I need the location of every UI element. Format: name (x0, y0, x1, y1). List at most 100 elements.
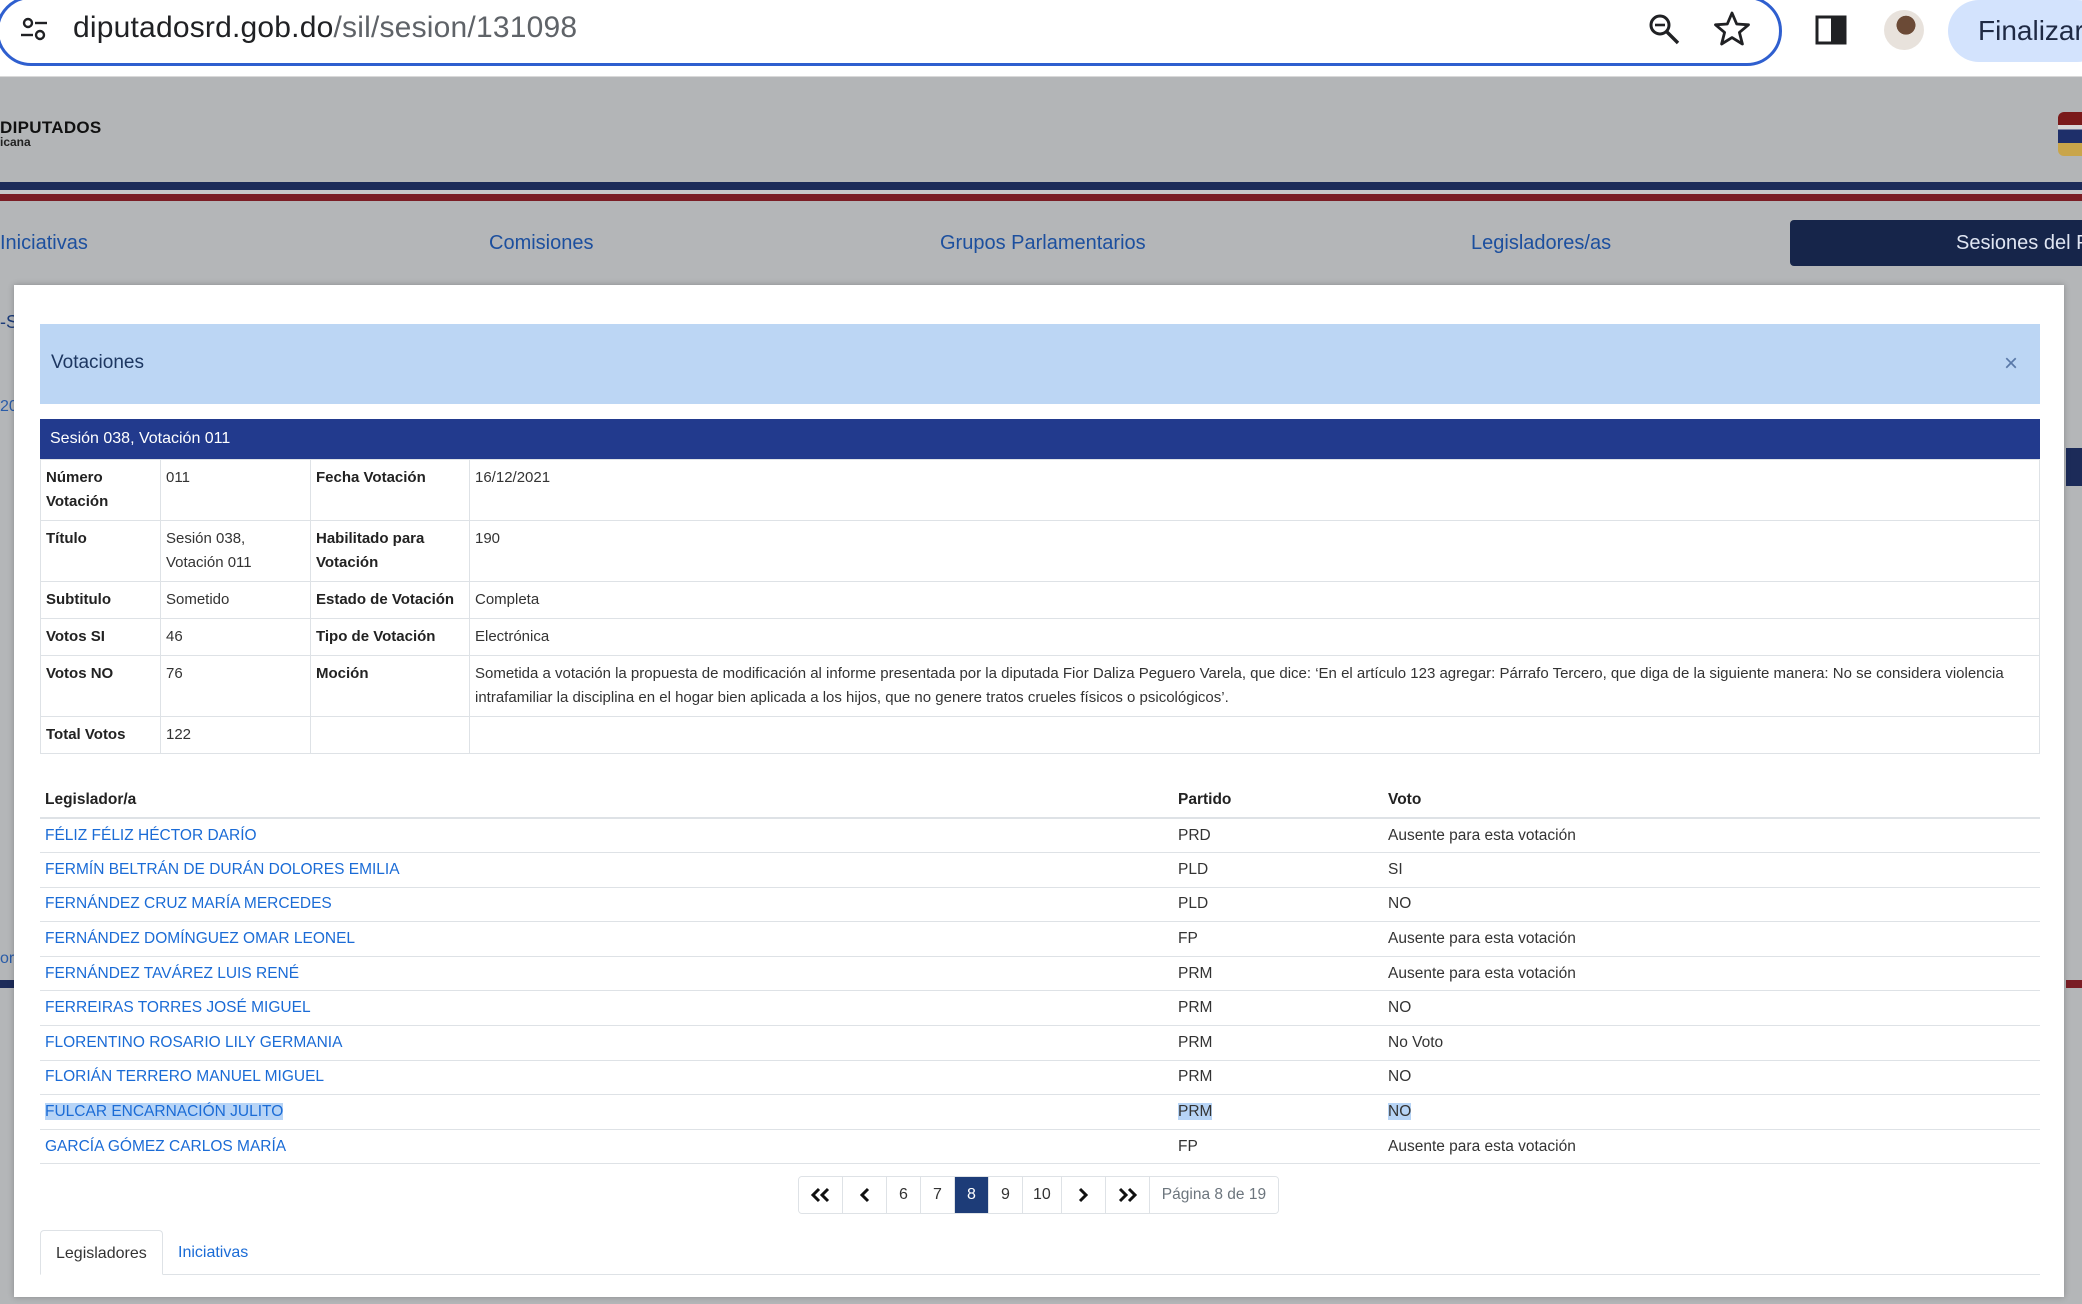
info-value: Electrónica (469, 618, 2040, 656)
info-label: Número Votación (40, 459, 161, 521)
info-label: Tipo de Votación (310, 618, 470, 656)
voto-cell: Ausente para esta votación (1383, 818, 2040, 854)
table-row: FERMÍN BELTRÁN DE DURÁN DOLORES EMILIA P… (40, 852, 2040, 888)
chevron-right-icon (1079, 1187, 1089, 1203)
page-button[interactable]: 9 (989, 1177, 1023, 1213)
page-button[interactable]: 7 (921, 1177, 955, 1213)
info-row: Subtitulo Sometido Estado de Votación Co… (40, 581, 2040, 619)
tab-iniciativas[interactable]: Iniciativas (163, 1230, 263, 1275)
info-value: 011 (160, 459, 311, 521)
info-label: Subtitulo (40, 581, 161, 619)
double-chevron-left-icon (810, 1187, 829, 1203)
tab-legisladores[interactable]: Legisladores (40, 1230, 163, 1275)
bookmark-star-icon[interactable] (1713, 10, 1751, 48)
modal-title: Votaciones (51, 352, 144, 373)
voto-cell: Ausente para esta votación (1383, 956, 2040, 992)
column-header-legislador: Legislador/a (40, 782, 1173, 819)
profile-avatar[interactable] (1884, 10, 1924, 50)
address-bar[interactable]: diputadosrd.gob.do/sil/sesion/131098 (0, 0, 1782, 66)
legislator-link[interactable]: GARCÍA GÓMEZ CARLOS MARÍA (45, 1138, 286, 1155)
page-info: Página 8 de 19 (1149, 1177, 1279, 1213)
info-label: Fecha Votación (310, 459, 470, 521)
zoom-icon[interactable] (1647, 12, 1681, 46)
table-row: FERNÁNDEZ DOMÍNGUEZ OMAR LEONEL FP Ausen… (40, 921, 2040, 957)
voto-cell: NO (1388, 1103, 1412, 1121)
site-logo-subtext: icana (0, 135, 31, 149)
partido-cell: PRM (1173, 1060, 1383, 1096)
info-value: Sometida a votación la propuesta de modi… (469, 655, 2040, 717)
table-row-selected: FULCAR ENCARNACIÓN JULITO PRM NO (40, 1094, 2040, 1130)
legislator-link[interactable]: FERNÁNDEZ DOMÍNGUEZ OMAR LEONEL (45, 930, 355, 947)
pagination: 6 7 8 9 10 Página 8 de 19 (798, 1176, 1280, 1214)
nav-comisiones[interactable]: Comisiones (489, 232, 593, 255)
header-stripe-navy (0, 182, 2082, 190)
next-page-button[interactable] (1061, 1177, 1106, 1213)
legislator-link[interactable]: FERMÍN BELTRÁN DE DURÁN DOLORES EMILIA (45, 861, 400, 878)
side-panel-icon[interactable] (1814, 13, 1848, 47)
session-title-bar: Sesión 038, Votación 011 (40, 419, 2040, 459)
first-page-button[interactable] (799, 1177, 843, 1213)
info-row: Votos SI 46 Tipo de Votación Electrónica (40, 618, 2040, 656)
info-row: Número Votación 011 Fecha Votación 16/12… (40, 459, 2040, 521)
background-text-fragment: or (0, 950, 15, 967)
legislator-link[interactable]: FLORIÁN TERRERO MANUEL MIGUEL (45, 1068, 324, 1085)
url-text[interactable]: diputadosrd.gob.do/sil/sesion/131098 (73, 11, 577, 45)
info-value: Sometido (160, 581, 311, 619)
info-row: Votos NO 76 Moción Sometida a votación l… (40, 655, 2040, 717)
column-header-voto: Voto (1383, 782, 2040, 819)
column-header-partido: Partido (1173, 782, 1383, 819)
last-page-button[interactable] (1105, 1177, 1150, 1213)
prev-page-button[interactable] (843, 1177, 887, 1213)
info-value: 46 (160, 618, 311, 656)
info-label: Título (40, 520, 161, 582)
info-value: Completa (469, 581, 2040, 619)
header-stripe-red (0, 194, 2082, 201)
page-button-current[interactable]: 8 (955, 1177, 989, 1213)
info-label: Estado de Votación (310, 581, 470, 619)
voto-cell: NO (1383, 1060, 2040, 1096)
background-band (2066, 448, 2082, 486)
table-row: FLORIÁN TERRERO MANUEL MIGUEL PRM NO (40, 1060, 2040, 1096)
voto-cell: NO (1383, 990, 2040, 1027)
background-stripe (2066, 980, 2082, 988)
close-icon[interactable]: × (2004, 350, 2018, 378)
partido-cell: PRM (1173, 990, 1383, 1027)
nav-grupos-parlamentarios[interactable]: Grupos Parlamentarios (940, 232, 1146, 255)
table-row: FERNÁNDEZ CRUZ MARÍA MERCEDES PLD NO (40, 887, 2040, 923)
legislator-link[interactable]: FERNÁNDEZ CRUZ MARÍA MERCEDES (45, 895, 332, 912)
legislator-link[interactable]: FERREIRAS TORRES JOSÉ MIGUEL (45, 999, 311, 1016)
info-row: Título Sesión 038, Votación 011 Habilita… (40, 520, 2040, 582)
partido-cell: PLD (1173, 852, 1383, 888)
partido-cell: PRM (1178, 1103, 1213, 1121)
nav-iniciativas[interactable]: Iniciativas (0, 232, 88, 255)
partido-cell: PRD (1173, 818, 1383, 854)
table-row: FÉLIZ FÉLIZ HÉCTOR DARÍO PRD Ausente par… (40, 818, 2040, 854)
partido-cell: PLD (1173, 887, 1383, 923)
votaciones-modal: Votaciones × Sesión 038, Votación 011 Nú… (14, 285, 2064, 1297)
info-value: 122 (160, 716, 311, 754)
legislator-link[interactable]: FÉLIZ FÉLIZ HÉCTOR DARÍO (45, 827, 257, 844)
info-empty-cell (469, 716, 2040, 754)
nav-sesiones[interactable]: Sesiones del P (1790, 220, 2082, 266)
table-row: FERREIRAS TORRES JOSÉ MIGUEL PRM NO (40, 990, 2040, 1027)
chevron-left-icon (859, 1187, 869, 1203)
info-value: 16/12/2021 (469, 459, 2040, 521)
voto-cell: No Voto (1383, 1025, 2040, 1061)
table-header-row: Legislador/a Partido Voto (40, 782, 2040, 819)
nav-legisladores[interactable]: Legisladores/as (1471, 232, 1611, 255)
partido-cell: PRM (1173, 1025, 1383, 1061)
finalizar-button[interactable]: Finalizar (1948, 0, 2082, 62)
legislator-link[interactable]: FERNÁNDEZ TAVÁREZ LUIS RENÉ (45, 965, 299, 982)
browser-toolbar: diputadosrd.gob.do/sil/sesion/131098 Fin… (0, 0, 2082, 77)
page-button[interactable]: 10 (1023, 1177, 1062, 1213)
info-label: Moción (310, 655, 470, 717)
info-label: Habilitado para Votación (310, 520, 470, 582)
legislator-link[interactable]: FULCAR ENCARNACIÓN JULITO (45, 1103, 284, 1121)
legislator-link[interactable]: FLORENTINO ROSARIO LILY GERMANIA (45, 1034, 342, 1051)
table-row: FERNÁNDEZ TAVÁREZ LUIS RENÉ PRM Ausente … (40, 956, 2040, 992)
info-value: 190 (469, 520, 2040, 582)
page-button[interactable]: 6 (887, 1177, 921, 1213)
site-settings-icon[interactable] (19, 14, 49, 44)
partido-cell: FP (1173, 1129, 1383, 1165)
coat-of-arms-icon (2058, 112, 2082, 156)
